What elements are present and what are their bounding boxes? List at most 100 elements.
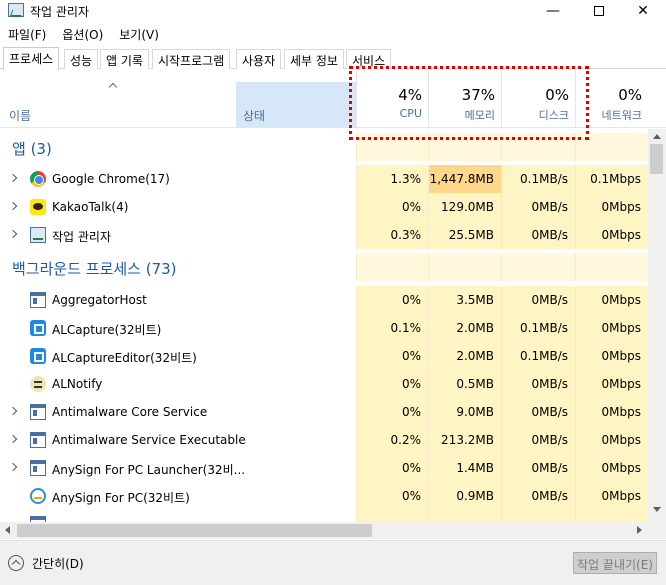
footer-bar: 간단히(D) 작업 끝내기(E)	[0, 540, 666, 585]
fewer-details-button[interactable]: 간단히(D)	[8, 553, 84, 573]
group-label-apps: 앱 (3)	[12, 140, 52, 158]
tab-details[interactable]: 세부 정보	[284, 49, 344, 69]
process-name: AggregatorHost	[52, 293, 147, 307]
network-cell: 0Mbps	[575, 314, 648, 342]
memory-cell: 129.0MB	[428, 193, 501, 221]
title-bar: 작업 관리자 — ✕	[0, 0, 666, 22]
process-name: Antimalware Service Executable	[52, 433, 246, 447]
cpu-cell: 0%	[356, 193, 428, 221]
scroll-down-icon[interactable]	[653, 507, 661, 512]
network-cell: 0Mbps	[575, 454, 648, 482]
memory-cell: 3.5MB	[428, 286, 501, 314]
collapse-chevron-icon	[8, 555, 24, 571]
process-name: ALCaptureEditor(32비트)	[52, 351, 197, 365]
network-cell: 0Mbps	[575, 426, 648, 454]
process-name: Antimalware Core Service	[52, 405, 208, 419]
maximize-button[interactable]	[576, 0, 622, 22]
cpu-cell: 0.1%	[356, 314, 428, 342]
process-row[interactable]: 0% 2.0MB 0.1MB/s 0Mbps ALCaptureEditor(3…	[0, 342, 648, 370]
capture-icon	[30, 348, 46, 364]
disk-cell: 0MB/s	[501, 286, 575, 314]
column-header-name[interactable]: 이름	[9, 107, 31, 124]
column-header-cpu[interactable]: 4% CPU	[356, 70, 428, 128]
process-name: ALNotify	[52, 377, 103, 391]
process-row[interactable]: 0.3% 25.5MB 0MB/s 0Mbps 작업 관리자	[0, 221, 648, 249]
sort-caret-icon	[108, 82, 118, 92]
scroll-left-icon[interactable]	[5, 526, 10, 534]
horizontal-scroll-thumb[interactable]	[17, 524, 372, 537]
memory-total-percent: 37%	[461, 86, 495, 104]
expand-chevron-icon[interactable]	[8, 462, 18, 472]
cpu-cell: 1.3%	[356, 165, 428, 193]
memory-cell: 25.5MB	[428, 221, 501, 249]
menu-view[interactable]: 보기(V)	[111, 23, 167, 43]
window-icon	[30, 292, 46, 308]
tab-services[interactable]: 서비스	[346, 49, 392, 69]
close-button[interactable]: ✕	[620, 0, 666, 22]
disk-cell: 0MB/s	[501, 193, 575, 221]
network-cell: 0Mbps	[575, 370, 648, 398]
tab-startup[interactable]: 시작프로그램	[152, 49, 231, 69]
column-header-memory[interactable]: 37% 메모리	[428, 70, 501, 128]
tab-users[interactable]: 사용자	[236, 49, 282, 69]
memory-cell: 1.4MB	[428, 454, 501, 482]
cpu-cell: 0%	[356, 286, 428, 314]
process-row-partial[interactable]	[0, 510, 648, 522]
expand-chevron-icon[interactable]	[8, 173, 18, 183]
disk-total-percent: 0%	[545, 86, 569, 104]
menu-file[interactable]: 파일(F)	[0, 23, 54, 43]
memory-cell: 2.0MB	[428, 342, 501, 370]
group-label-background: 백그라운드 프로세스 (73)	[12, 260, 177, 278]
process-row[interactable]: 0% 129.0MB 0MB/s 0Mbps KakaoTalk(4)	[0, 193, 648, 221]
process-row[interactable]: 0% 1.4MB 0MB/s 0Mbps AnySign For PC Laun…	[0, 454, 648, 482]
disk-cell: 0.1MB/s	[501, 342, 575, 370]
memory-cell: 0.5MB	[428, 370, 501, 398]
memory-cell: 2.0MB	[428, 314, 501, 342]
disk-cell: 0.1MB/s	[501, 314, 575, 342]
process-row[interactable]: 0% 3.5MB 0MB/s 0Mbps AggregatorHost	[0, 286, 648, 314]
expand-chevron-icon[interactable]	[8, 229, 18, 239]
network-cell: 0Mbps	[575, 286, 648, 314]
process-name: AnySign For PC(32비트)	[52, 491, 190, 505]
menu-bar: 파일(F) 옵션(O) 보기(V)	[0, 23, 167, 43]
end-task-button[interactable]: 작업 끝내기(E)	[573, 552, 657, 574]
network-cell: 0Mbps	[575, 193, 648, 221]
column-header-status[interactable]: 상태	[236, 82, 356, 128]
cpu-cell: 0%	[356, 398, 428, 426]
disk-cell: 0MB/s	[501, 398, 575, 426]
cpu-cell: 0.3%	[356, 221, 428, 249]
group-header-background[interactable]: 백그라운드 프로세스 (73)	[0, 253, 648, 281]
horizontal-scrollbar[interactable]	[0, 522, 648, 539]
column-header-network[interactable]: 0% 네트워크	[575, 70, 648, 128]
tab-app-history[interactable]: 앱 기록	[100, 49, 149, 69]
vertical-scrollbar[interactable]	[648, 129, 666, 522]
column-header-disk[interactable]: 0% 디스크	[501, 70, 575, 128]
process-row[interactable]: 0% 9.0MB 0MB/s 0Mbps Antimalware Core Se…	[0, 398, 648, 426]
expand-chevron-icon[interactable]	[8, 201, 18, 211]
tab-processes[interactable]: 프로세스	[3, 47, 60, 70]
task-manager-icon	[30, 227, 46, 243]
scroll-right-icon[interactable]	[637, 526, 642, 534]
group-header-apps[interactable]: 앱 (3)	[0, 133, 648, 161]
expand-chevron-icon[interactable]	[8, 434, 18, 444]
process-list: 앱 (3) 1.3% 1,447.8MB 0.1MB/s 0.1Mbps Goo…	[0, 129, 648, 522]
cpu-label: CPU	[399, 107, 422, 120]
expand-chevron-icon[interactable]	[8, 406, 18, 416]
tab-performance[interactable]: 성능	[64, 49, 99, 69]
vertical-scroll-thumb[interactable]	[650, 144, 663, 174]
network-cell: 0.1Mbps	[575, 165, 648, 193]
process-row[interactable]: 0% 0.5MB 0MB/s 0Mbps ALNotify	[0, 370, 648, 398]
task-manager-icon	[8, 3, 24, 17]
process-row[interactable]: 0.2% 213.2MB 0MB/s 0Mbps Antimalware Ser…	[0, 426, 648, 454]
column-header-row: 이름 상태 4% CPU 37% 메모리 0% 디스크 0% 네트워크	[0, 70, 666, 128]
process-row[interactable]: 1.3% 1,447.8MB 0.1MB/s 0.1Mbps Google Ch…	[0, 165, 648, 193]
process-row[interactable]: 0% 0.9MB 0MB/s 0Mbps AnySign For PC(32비트…	[0, 482, 648, 510]
scroll-up-icon[interactable]	[653, 134, 661, 139]
process-row[interactable]: 0.1% 2.0MB 0.1MB/s 0Mbps ALCapture(32비트)	[0, 314, 648, 342]
minimize-button[interactable]: —	[530, 0, 576, 22]
disk-cell: 0MB/s	[501, 482, 575, 510]
anysign-icon	[30, 488, 46, 504]
menu-options[interactable]: 옵션(O)	[54, 23, 111, 43]
notify-icon	[30, 376, 46, 392]
cpu-cell: 0%	[356, 370, 428, 398]
